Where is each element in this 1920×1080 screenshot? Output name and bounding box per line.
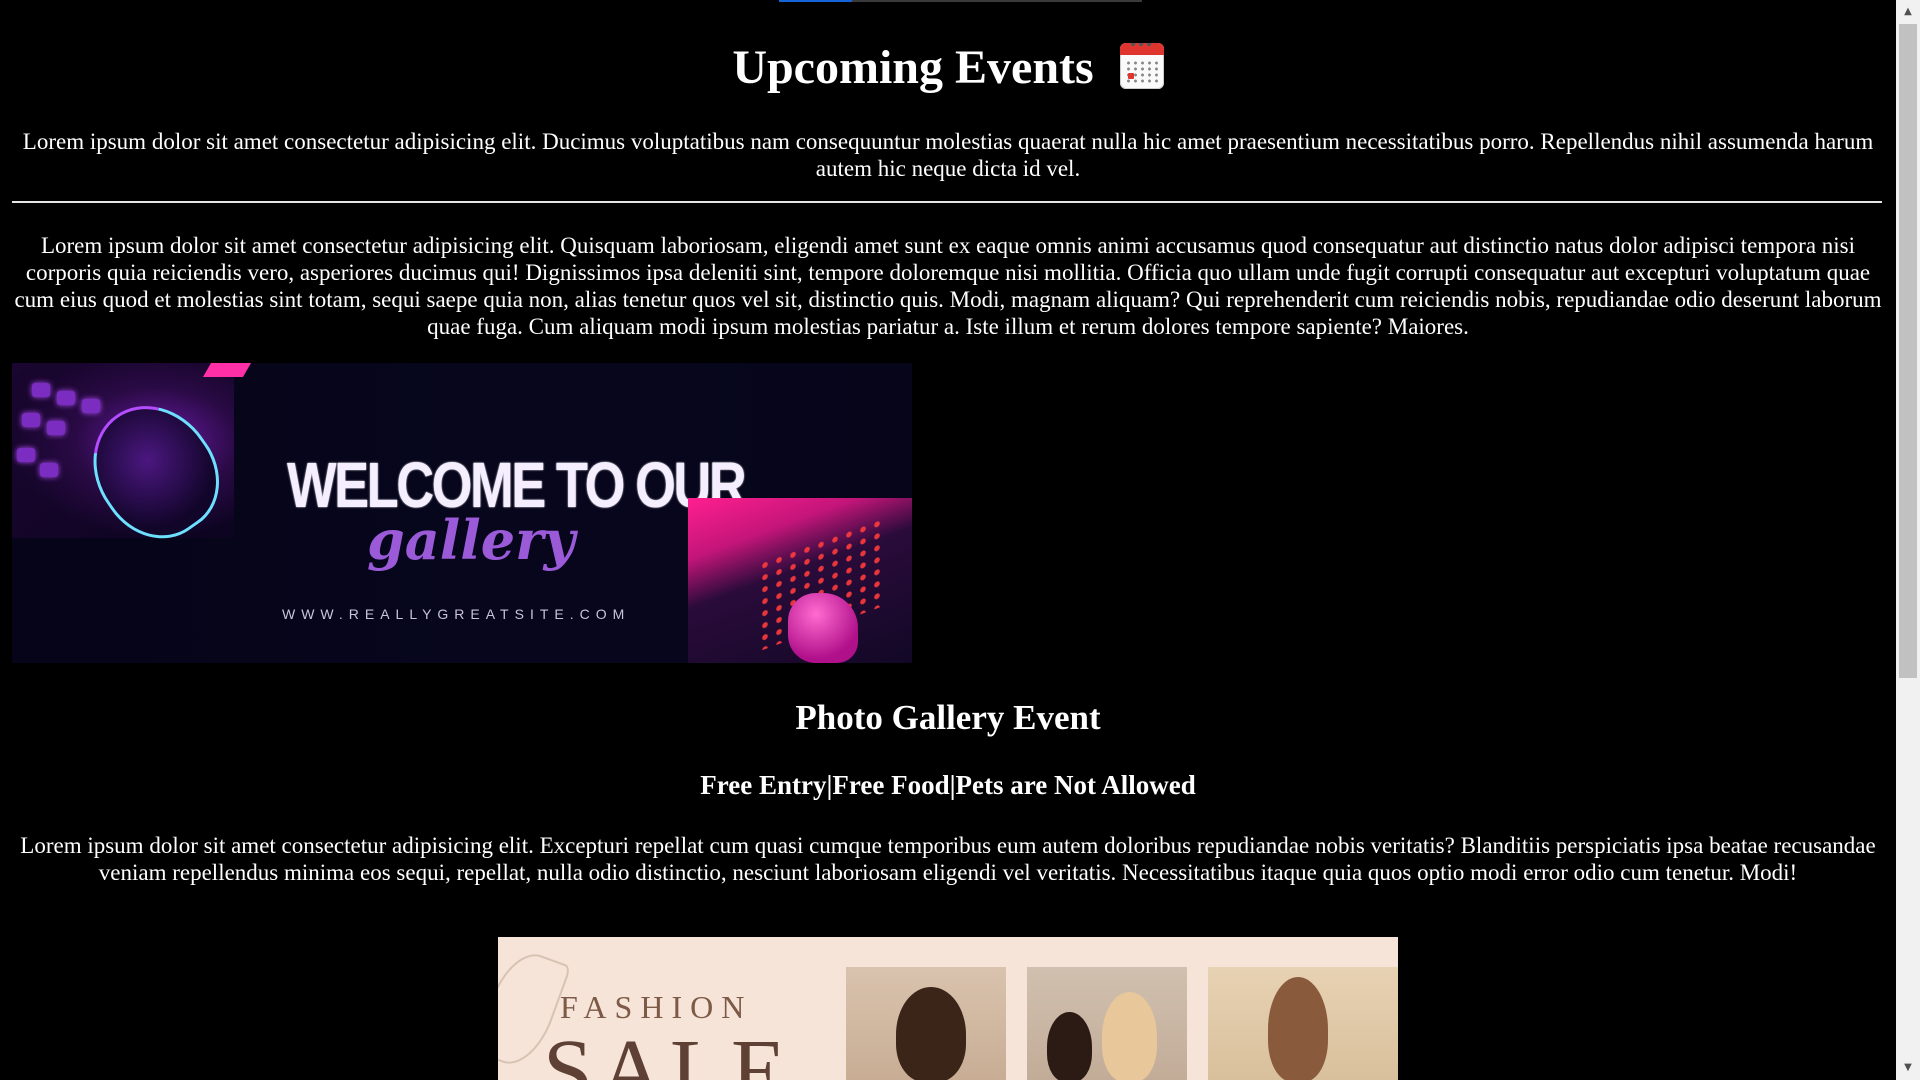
section-divider <box>12 201 1882 203</box>
banner-script-text: gallery <box>367 508 575 572</box>
pink-accent <box>202 363 252 377</box>
fashion-sale-banner: FASHION SALE <box>498 937 1398 1080</box>
scroll-down-arrow-icon[interactable]: ▼ <box>1896 1056 1920 1080</box>
fashion-label: FASHION <box>560 989 753 1025</box>
model-photo-2 <box>1027 967 1187 1080</box>
banner-url: WWW.REALLYGREATSITE.COM <box>282 606 631 622</box>
model-photo-3 <box>1208 967 1398 1080</box>
vertical-scrollbar[interactable]: ▲ ▼ <box>1896 0 1920 1080</box>
gallery-welcome-banner: WELCOME TO OUR gallery WWW.REALLYGREATSI… <box>12 363 912 663</box>
model-photo-1 <box>846 967 1006 1080</box>
scrollbar-thumb[interactable] <box>1899 24 1917 678</box>
page-content: Upcoming Events Lorem ipsum dolor sit am… <box>0 0 1896 1080</box>
event-subtitle: Free Entry|Free Food|Pets are Not Allowe… <box>700 770 1196 800</box>
calendar-icon <box>1119 43 1164 89</box>
event-description: Lorem ipsum dolor sit amet consectetur a… <box>20 833 1876 885</box>
page-title: Upcoming Events <box>0 38 1896 98</box>
intro-paragraph: Lorem ipsum dolor sit amet consectetur a… <box>22 129 1874 181</box>
page-title-text: Upcoming Events <box>732 41 1094 94</box>
event-title: Photo Gallery Event <box>795 698 1101 737</box>
body-paragraph: Lorem ipsum dolor sit amet consectetur a… <box>14 233 1882 339</box>
sale-headline: SALE <box>543 1022 792 1080</box>
scroll-up-arrow-icon[interactable]: ▲ <box>1896 0 1920 24</box>
gaming-keyboard-photo <box>688 498 912 663</box>
